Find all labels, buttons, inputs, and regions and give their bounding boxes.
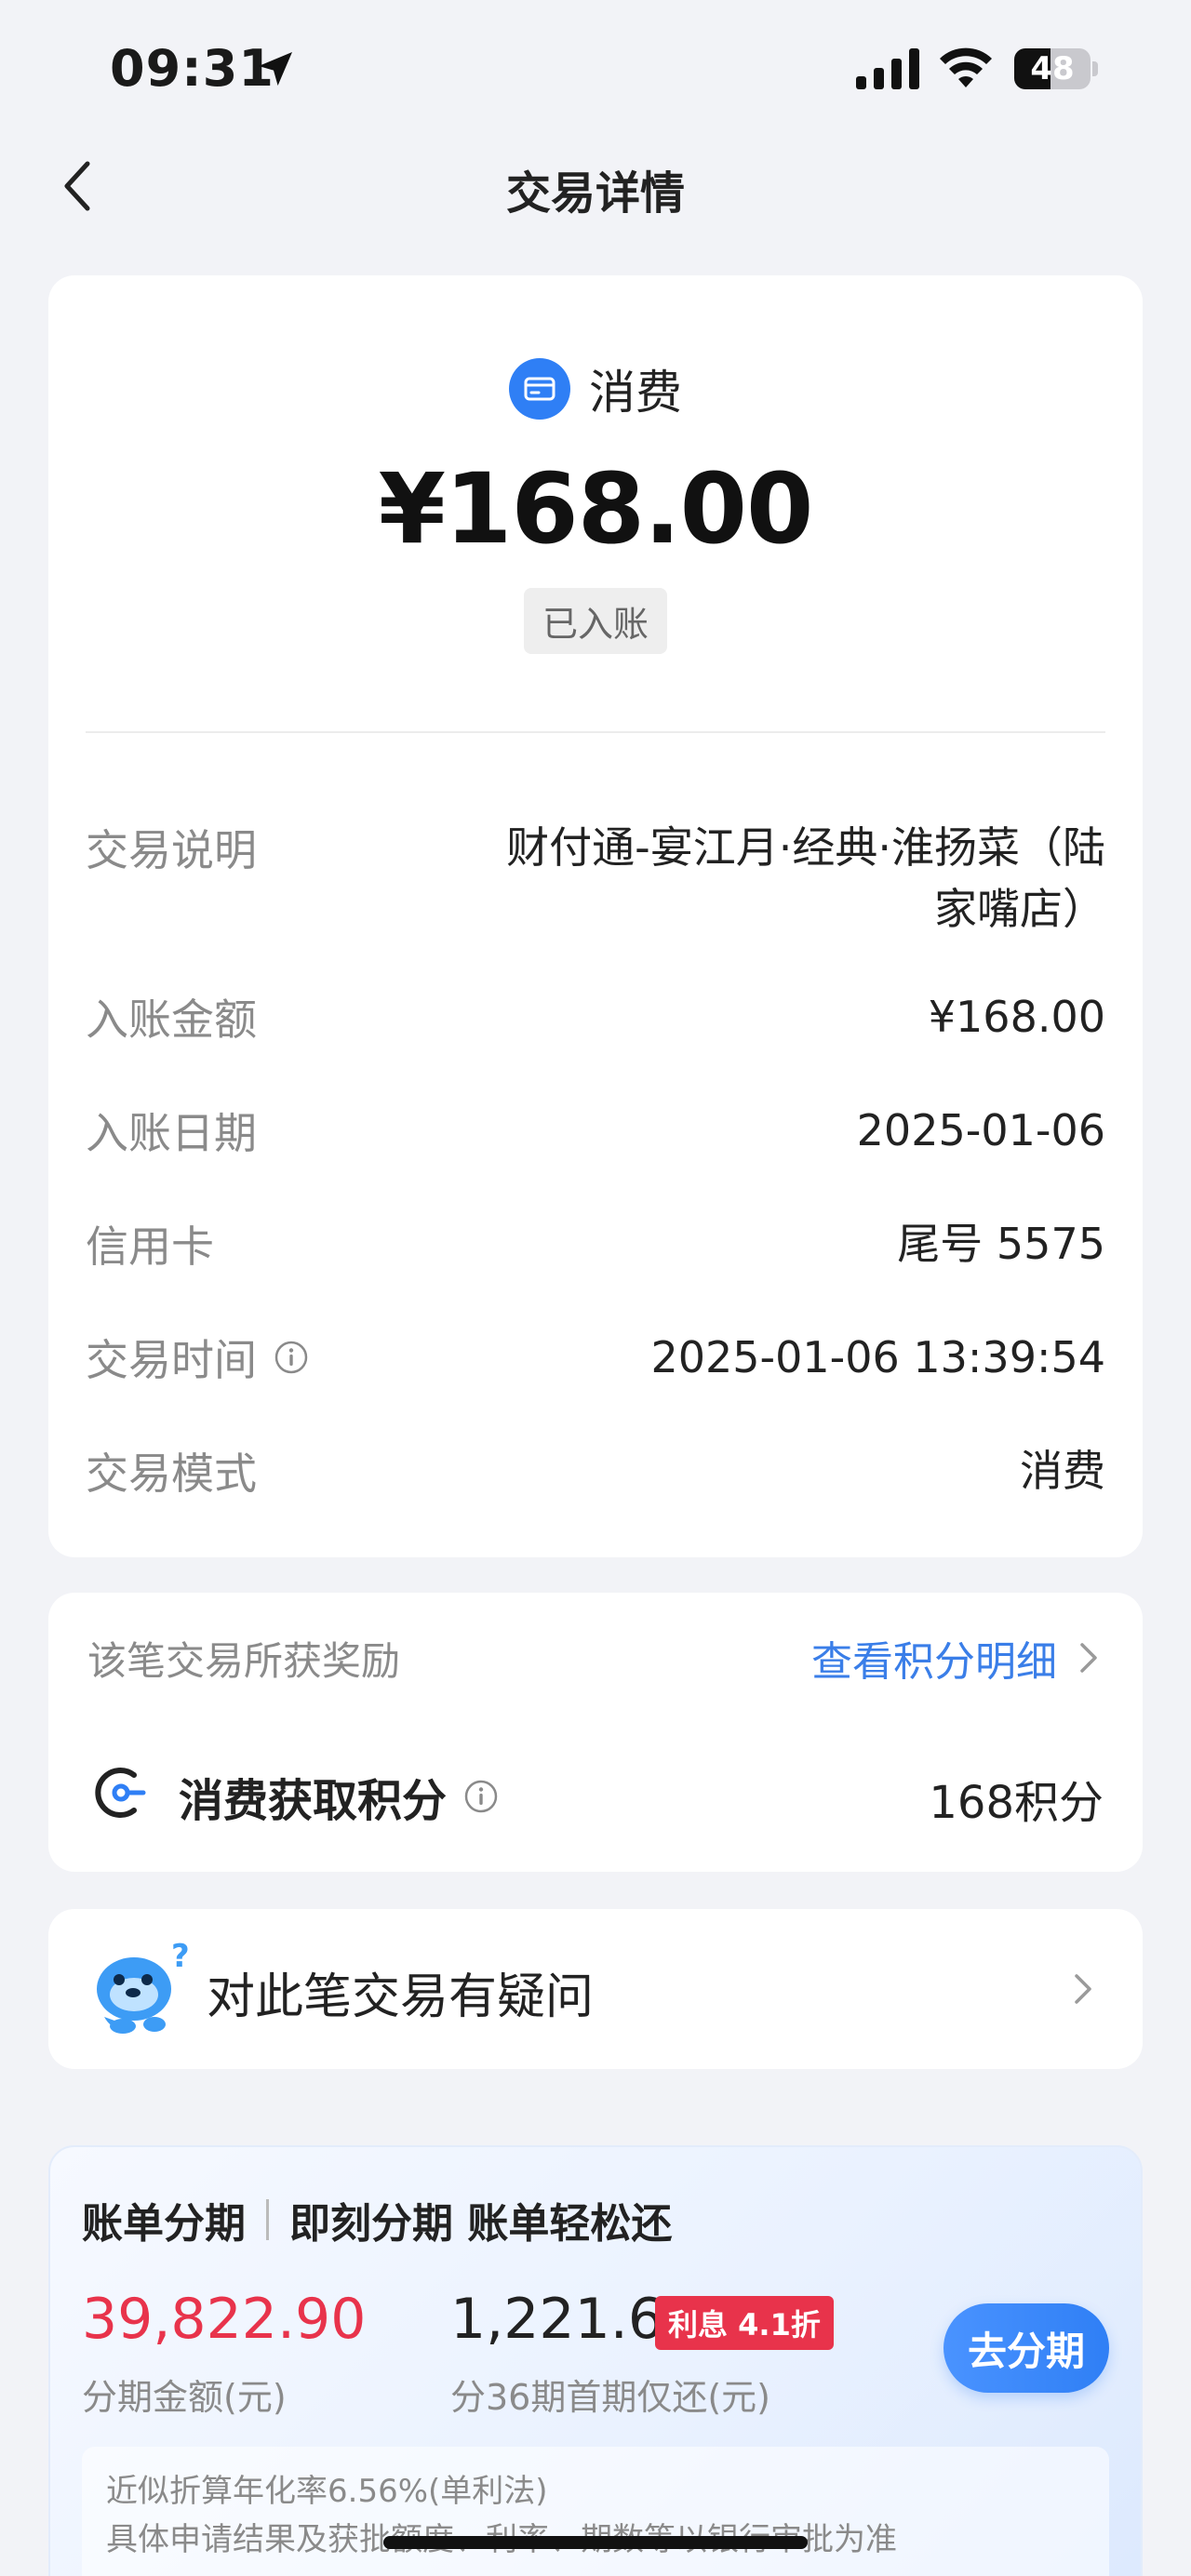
- detail-value: 2025-01-06 13:39:54: [650, 1332, 1105, 1382]
- go-installment-button[interactable]: 去分期: [943, 2303, 1109, 2393]
- installment-total-label: 分期金额(元): [82, 2377, 287, 2418]
- title-separator: [266, 2199, 269, 2240]
- svg-text:?: ?: [171, 1938, 190, 1975]
- transaction-type-label: 消费: [589, 366, 682, 420]
- points-label-text: 消费获取积分: [179, 1775, 448, 1827]
- installment-title-right: 即刻分期 账单轻松还: [289, 2200, 673, 2248]
- home-indicator[interactable]: [383, 2536, 808, 2549]
- detail-value: 尾号 5575: [897, 1219, 1105, 1269]
- detail-value: ¥168.00: [928, 992, 1105, 1042]
- status-time: 09:31: [110, 39, 274, 98]
- installment-title-left: 账单分期: [82, 2200, 246, 2248]
- detail-value: 2025-01-06: [856, 1105, 1105, 1155]
- divider: [86, 731, 1105, 733]
- detail-value: 财付通-宴江月·经典·淮扬菜（陆 家嘴店）: [506, 817, 1105, 940]
- info-icon[interactable]: [463, 1779, 499, 1814]
- transaction-question-row[interactable]: ? 对此笔交易有疑问: [48, 1909, 1143, 2069]
- credit-card-icon: [509, 358, 570, 420]
- transaction-type: 消费: [48, 355, 1143, 420]
- battery-icon: 48: [1014, 48, 1098, 89]
- points-value: 168积分: [929, 1777, 1104, 1829]
- detail-row-posted-amount: 入账金额 ¥168.00: [86, 986, 1105, 1051]
- description-line-2: 家嘴店）: [934, 884, 1105, 934]
- interest-discount-tag: 利息 4.1折: [655, 2296, 834, 2350]
- detail-label: 入账金额: [86, 994, 257, 1045]
- points-icon: [95, 1768, 146, 1818]
- points-label: 消费获取积分: [179, 1764, 499, 1829]
- detail-label: 入账日期: [86, 1108, 257, 1158]
- detail-row-description: 交易说明 财付通-宴江月·经典·淮扬菜（陆 家嘴店）: [86, 817, 1105, 947]
- status-bar: 09:31 48: [0, 0, 1191, 140]
- disclaimer-line-1: 近似折算年化率6.56%(单利法): [106, 2473, 548, 2510]
- detail-label: 信用卡: [86, 1221, 214, 1272]
- first-payment-label: 分36期首期仅还(元): [450, 2377, 771, 2418]
- nav-bar: 交易详情: [0, 140, 1191, 233]
- detail-row-transaction-time: 交易时间 2025-01-06 13:39:54: [86, 1327, 1105, 1392]
- rewards-card: 该笔交易所获奖励 查看积分明细 消费获取积分 168积分: [48, 1593, 1143, 1872]
- question-label: 对此笔交易有疑问: [207, 1969, 595, 2025]
- detail-row-card: 信用卡 尾号 5575: [86, 1213, 1105, 1278]
- detail-label-text: 交易时间: [86, 1335, 257, 1385]
- mascot-icon: ?: [97, 1938, 190, 2034]
- transaction-amount: ¥168.00: [378, 452, 814, 566]
- view-points-detail-label: 查看积分明细: [811, 1638, 1057, 1686]
- view-points-detail-link[interactable]: 查看积分明细: [811, 1628, 1100, 1688]
- detail-value: 消费: [1020, 1446, 1105, 1496]
- battery-level: 48: [1030, 50, 1075, 87]
- detail-row-mode: 交易模式 消费: [86, 1440, 1105, 1505]
- detail-label: 交易时间: [86, 1327, 309, 1388]
- description-line-1: 财付通-宴江月·经典·淮扬菜（陆: [506, 822, 1105, 873]
- detail-row-posted-date: 入账日期 2025-01-06: [86, 1100, 1105, 1165]
- rewards-title: 该笔交易所获奖励: [87, 1638, 401, 1684]
- points-row: 消费获取积分 168积分: [87, 1758, 1104, 1833]
- chevron-right-icon: [1075, 1974, 1091, 2004]
- status-badge: 已入账: [523, 588, 667, 654]
- wifi-icon: [940, 47, 992, 87]
- installment-title: 账单分期 即刻分期 账单轻松还: [82, 2190, 672, 2249]
- installment-promo-card: 账单分期 即刻分期 账单轻松还 39,822.90 分期金额(元) 1,221.…: [48, 2145, 1143, 2576]
- transaction-card: 消费 ¥168.00 已入账 交易说明 财付通-宴江月·经典·淮扬菜（陆 家嘴店…: [48, 275, 1143, 1557]
- info-icon[interactable]: [274, 1340, 309, 1375]
- page-title: 交易详情: [505, 167, 685, 220]
- detail-label: 交易模式: [86, 1448, 257, 1499]
- location-arrow-icon: [259, 52, 292, 86]
- detail-label: 交易说明: [86, 825, 257, 875]
- chevron-right-icon: [1080, 1643, 1097, 1673]
- cellular-signal-icon: [856, 48, 919, 89]
- installment-disclaimer: 近似折算年化率6.56%(单利法) 具体申请结果及获批额度、利率、期数等以银行审…: [82, 2447, 1109, 2576]
- installment-total-amount: 39,822.90: [82, 2287, 367, 2352]
